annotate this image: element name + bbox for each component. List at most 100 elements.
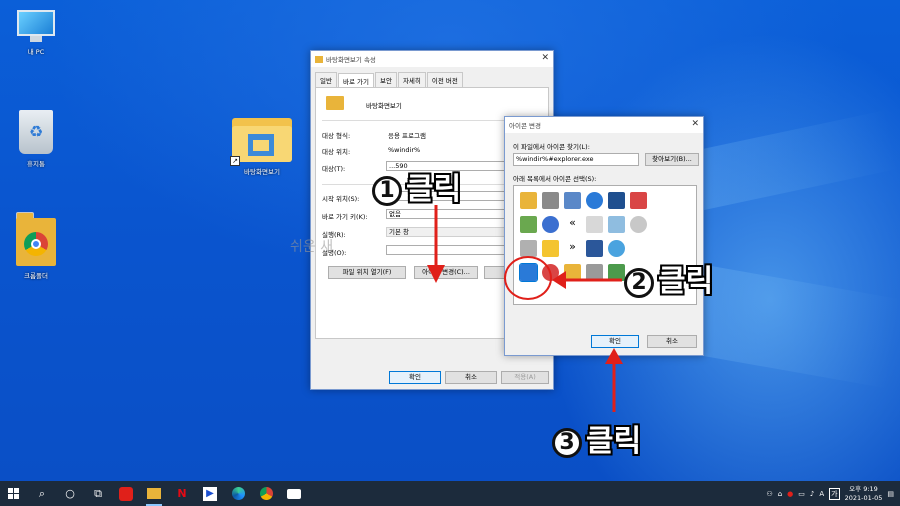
arrow-down-icon	[427, 205, 445, 283]
netflix-icon[interactable]: N	[168, 481, 196, 506]
no-entry-icon[interactable]	[630, 192, 647, 209]
change-icon-dialog: 아이콘 변경 ✕ 이 파일에서 아이콘 찾기(L): %windir%#expl…	[504, 116, 704, 356]
info-icon[interactable]	[542, 216, 559, 233]
start-in-label: 시작 위치(S):	[322, 195, 360, 203]
volume-icon[interactable]: ♪	[810, 490, 814, 498]
step-number: 2	[624, 267, 654, 298]
mail-icon[interactable]	[586, 216, 603, 233]
notification-icon[interactable]: ▤	[887, 490, 894, 498]
desktop-icon-show-desktop[interactable]: ↗ 바탕화면보기	[230, 112, 294, 176]
globe-icon[interactable]	[586, 192, 603, 209]
folder-icon	[326, 96, 344, 110]
close-icon[interactable]: ✕	[691, 119, 699, 129]
desktop-icon-recycle-bin[interactable]: 휴지통	[4, 110, 68, 168]
close-icon[interactable]: ✕	[541, 53, 549, 63]
annotation-step3: 3 클릭	[552, 416, 641, 460]
arrow-up-icon	[605, 348, 623, 412]
warning-icon[interactable]	[542, 240, 559, 257]
desktop-icon-label: 크롬폴더	[24, 272, 48, 280]
shortcut-name: 바탕화면보기	[366, 102, 402, 110]
ok-button[interactable]: 확인	[389, 371, 441, 384]
desktop-icon-label: 휴지통	[27, 160, 45, 168]
selection-ring	[504, 256, 552, 300]
clock[interactable]: 오후 9:19 2021-01-05	[845, 485, 883, 503]
target-location-label: 대상 위치:	[322, 148, 351, 156]
search-icon[interactable]: ⌕	[28, 481, 56, 506]
media-player-icon[interactable]: ▶	[196, 481, 224, 506]
desktop-icon-chrome-folder[interactable]: 크롬폴더	[4, 210, 68, 280]
recycle-bin-icon	[19, 110, 53, 154]
change-icon-titlebar[interactable]: 아이콘 변경 ✕	[505, 117, 703, 133]
system-tray: ⚇ ⌂ ● ▭ ♪ A 가 오후 9:19 2021-01-05 ▤	[766, 481, 900, 506]
tab-general[interactable]: 일반	[315, 72, 337, 87]
browse-button[interactable]: 찾아보기(B)...	[645, 153, 699, 166]
folder-icon[interactable]	[520, 192, 537, 209]
tray-app-indicator[interactable]: 가	[829, 487, 840, 500]
annotation-step1: 1 클릭	[372, 164, 461, 208]
chrome-folder-icon	[16, 210, 56, 266]
star-icon[interactable]	[520, 216, 537, 233]
find-in-file-label: 이 파일에서 아이콘 찾기(L):	[513, 143, 590, 151]
select-icon-label: 아래 목록에서 아이콘 선택(S):	[513, 175, 597, 183]
network-icon[interactable]: ⌂	[778, 490, 782, 498]
desktop-icon-this-pc[interactable]: 내 PC	[4, 10, 68, 56]
arrow-left-icon	[552, 271, 622, 289]
ime-indicator[interactable]: A	[819, 490, 824, 498]
tab-security[interactable]: 보안	[374, 72, 397, 87]
open-file-location-button[interactable]: 파일 위치 열기(F)	[328, 266, 406, 279]
tab-bar: 일반 바로 가기 보안 자세히 이전 버전	[311, 67, 553, 88]
clock-date: 2021-01-05	[844, 493, 883, 502]
target-type-label: 대상 형식:	[322, 132, 351, 140]
back-icon[interactable]: «	[564, 216, 581, 233]
cancel-button[interactable]: 취소	[647, 335, 697, 348]
edge-icon[interactable]	[224, 481, 252, 506]
windows-icon	[8, 487, 19, 499]
annotation-step2: 2 클릭	[624, 256, 713, 300]
globe-icon[interactable]	[608, 240, 625, 257]
folder-icon	[315, 55, 323, 63]
computer-icon[interactable]	[564, 192, 581, 209]
watermark: 쉬운 새	[290, 239, 334, 255]
app-icon[interactable]	[280, 481, 308, 506]
annotation-label: 클릭	[658, 264, 714, 299]
clock-time: 오후 9:19	[849, 484, 878, 493]
tab-details[interactable]: 자세히	[397, 72, 426, 87]
apply-button[interactable]: 적용(A)	[501, 371, 549, 384]
network-icon[interactable]	[608, 216, 625, 233]
annotation-label: 클릭	[406, 172, 462, 207]
step-number: 3	[552, 427, 582, 458]
printer-icon[interactable]	[542, 192, 559, 209]
icon-path-field[interactable]: %windir%#explorer.exe	[513, 153, 639, 166]
tab-shortcut[interactable]: 바로 가기	[337, 73, 374, 88]
cancel-icon[interactable]	[630, 216, 647, 233]
file-explorer-icon[interactable]	[140, 481, 168, 506]
cancel-button[interactable]: 취소	[445, 371, 497, 384]
desktop-icon-label: 바탕화면보기	[244, 168, 280, 176]
folder-shortcut-icon: ↗	[230, 112, 292, 166]
tab-previous-versions[interactable]: 이전 버전	[426, 72, 463, 87]
battery-icon[interactable]: ▭	[798, 490, 805, 498]
target-label: 대상(T):	[322, 165, 346, 173]
window-title: 바탕화면보기 속성	[326, 56, 376, 64]
cortana-icon[interactable]: ○	[56, 481, 84, 506]
computer-icon	[13, 10, 59, 42]
people-icon[interactable]: ⚇	[766, 490, 772, 498]
ok-button[interactable]: 확인	[591, 335, 639, 348]
security-icon[interactable]: ●	[787, 490, 793, 498]
desktop: 내 PC 휴지통 크롬폴더 ↗ 바탕화면보기 바탕화면보기 속성 ✕ 일반 바로…	[0, 0, 900, 481]
target-location-value: %windir%	[388, 146, 421, 154]
properties-titlebar[interactable]: 바탕화면보기 속성 ✕	[311, 51, 553, 67]
desktop-icon-label: 내 PC	[27, 48, 45, 56]
monitor-icon[interactable]	[608, 192, 625, 209]
drive-icon[interactable]	[520, 240, 537, 257]
dialog-title: 아이콘 변경	[509, 122, 541, 130]
annotation-label: 클릭	[586, 424, 642, 459]
word-icon[interactable]	[586, 240, 603, 257]
forward-icon[interactable]: »	[564, 240, 581, 257]
shortcut-key-label: 바로 가기 키(K):	[322, 213, 368, 221]
step-number: 1	[372, 175, 402, 206]
start-button[interactable]	[0, 481, 28, 506]
task-view-icon[interactable]: ⧉	[84, 481, 112, 506]
chrome-icon[interactable]	[252, 481, 280, 506]
power-app-icon[interactable]	[112, 481, 140, 506]
